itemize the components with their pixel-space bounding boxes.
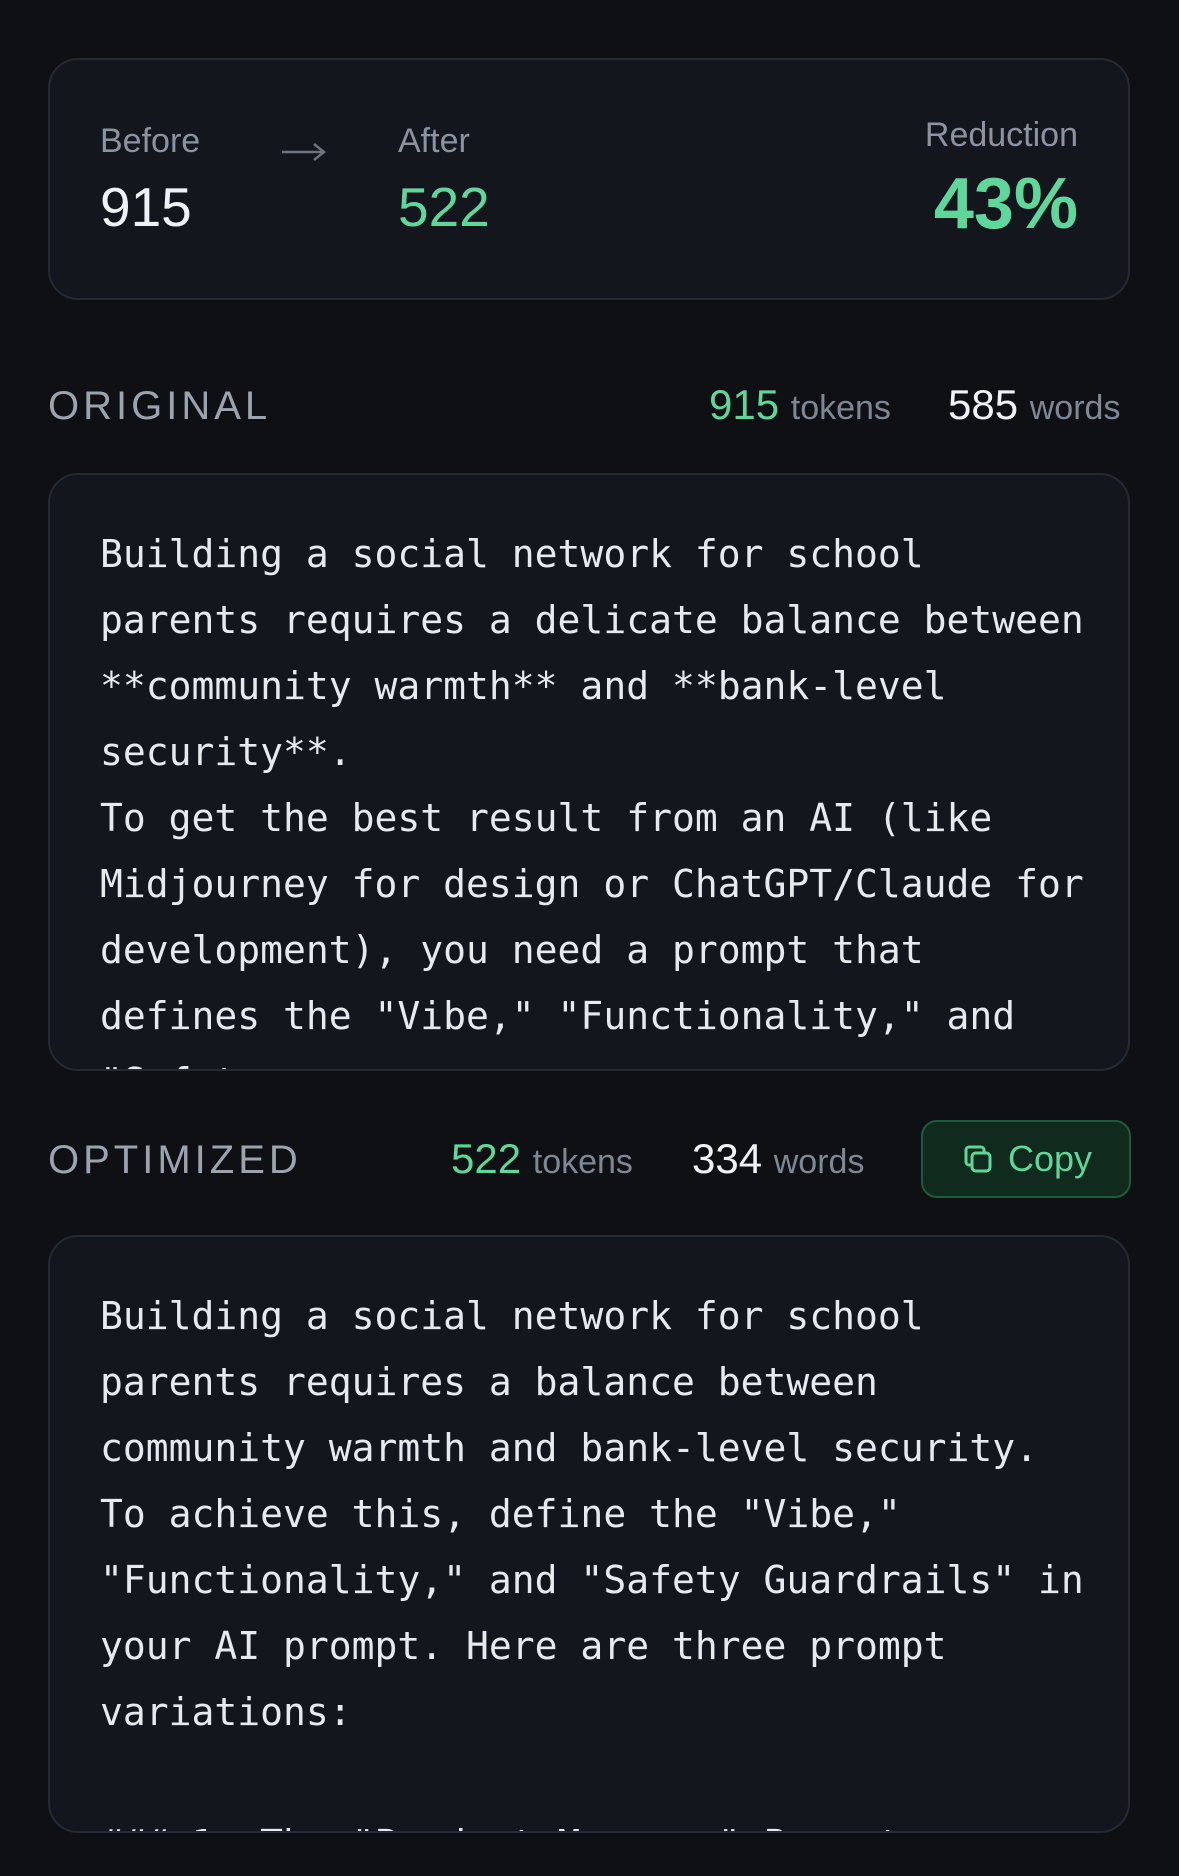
optimized-words-unit: words: [773, 1143, 865, 1181]
optimized-words: 334 words: [692, 1138, 864, 1180]
optimized-text: Building a social network for school par…: [100, 1294, 1084, 1831]
before-label: Before: [100, 122, 201, 160]
original-text: Building a social network for school par…: [100, 532, 1084, 1069]
optimized-words-value: 334: [692, 1135, 763, 1182]
original-heading: ORIGINAL: [48, 384, 272, 428]
after-label: After: [398, 122, 470, 160]
copy-button-label: Copy: [1007, 1138, 1093, 1179]
reduction-value: 43%: [933, 164, 1078, 244]
original-tokens-value: 915: [709, 381, 780, 428]
copy-icon: [964, 1145, 992, 1173]
original-tokens-unit: tokens: [790, 389, 891, 427]
optimized-tokens-value: 522: [451, 1135, 522, 1182]
original-words-unit: words: [1029, 389, 1121, 427]
original-tokens: 915 tokens: [709, 384, 891, 426]
optimized-tokens-unit: tokens: [532, 1143, 633, 1181]
original-text-box[interactable]: Building a social network for school par…: [48, 473, 1130, 1071]
copy-button[interactable]: Copy: [921, 1120, 1131, 1198]
original-words: 585 words: [948, 384, 1120, 426]
optimized-text-box[interactable]: Building a social network for school par…: [48, 1235, 1130, 1833]
before-value: 915: [100, 176, 192, 238]
reduction-label: Reduction: [924, 116, 1078, 154]
original-words-value: 585: [948, 381, 1019, 428]
arrow-right-icon: [282, 143, 327, 161]
stats-card: Before 915 After 522 Reduction 43%: [48, 58, 1130, 300]
optimized-tokens: 522 tokens: [451, 1138, 633, 1180]
optimized-heading: OPTIMIZED: [48, 1138, 302, 1182]
after-value: 522: [398, 176, 490, 238]
